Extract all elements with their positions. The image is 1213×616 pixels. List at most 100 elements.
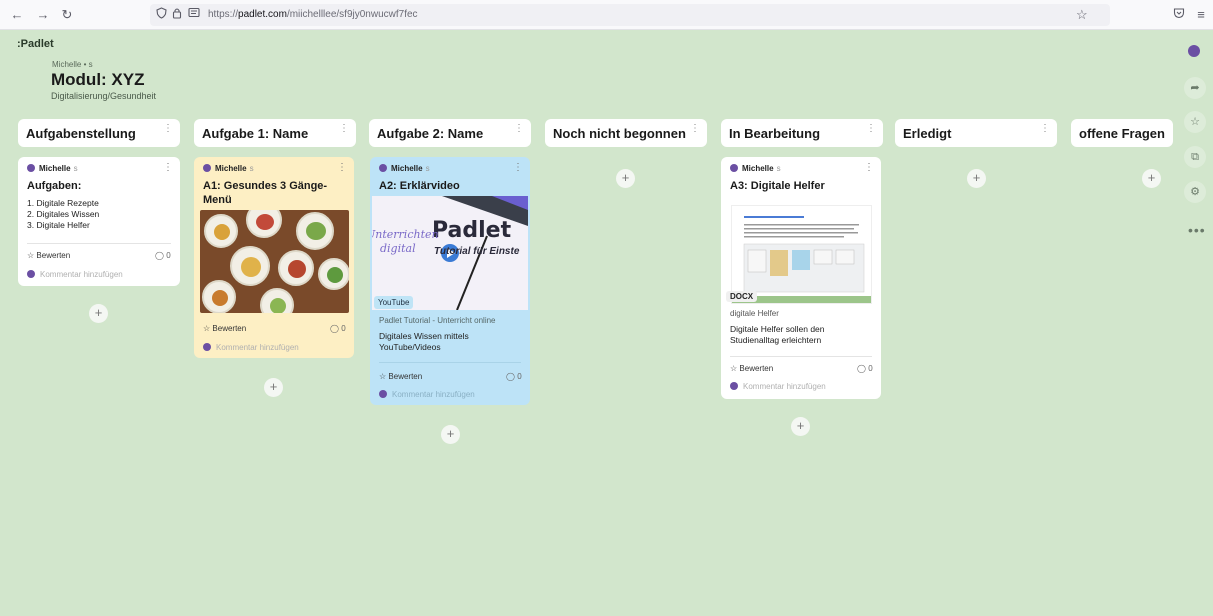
post-title-line: Menü — [203, 194, 232, 206]
document-preview-art — [732, 206, 871, 303]
add-post-button[interactable]: + — [264, 378, 283, 397]
commenter-avatar — [27, 270, 35, 278]
author-suffix: s — [249, 164, 254, 173]
comment-count[interactable]: ◯ 0 — [506, 372, 522, 381]
link-title[interactable]: Padlet Tutorial - Unterricht online — [379, 315, 496, 326]
post-menu-icon[interactable]: ⋮ — [864, 162, 874, 173]
rate-button[interactable]: ☆ Bewerten — [730, 364, 773, 373]
menu-icon[interactable]: ≡ — [1192, 6, 1210, 24]
more-options-icon[interactable]: ••• — [1188, 222, 1206, 238]
page-info-icon[interactable] — [188, 6, 200, 24]
attachment-name[interactable]: digitale Helfer — [730, 308, 779, 319]
add-comment-field[interactable]: Kommentar hinzufügen — [27, 270, 123, 279]
food-photo[interactable] — [200, 210, 349, 313]
url-text[interactable]: https://padlet.com/miichelllee/sf9jy0nwu… — [208, 8, 418, 22]
post-title: A3: Digitale Helfer — [730, 180, 825, 192]
column-header-aufgabenstellung[interactable]: Aufgabenstellung ⋮ — [18, 119, 180, 147]
column-menu-icon[interactable]: ⋮ — [339, 123, 349, 134]
rate-label: Bewerten — [212, 324, 247, 333]
add-comment-field[interactable]: Kommentar hinzufügen — [379, 390, 475, 399]
add-post-button[interactable]: + — [967, 169, 986, 188]
user-avatar[interactable] — [1188, 45, 1200, 57]
author-avatar — [379, 164, 387, 172]
url-prefix: https:// — [208, 9, 239, 20]
comment-bubble-icon: ◯ — [155, 251, 164, 260]
food — [241, 257, 261, 277]
add-post-button[interactable]: + — [616, 169, 635, 188]
column-menu-icon[interactable]: ⋮ — [690, 123, 700, 134]
post-card-a2-video[interactable]: Michelle s ⋮ A2: Erklärvideo Padlet Tutor… — [370, 157, 530, 405]
forward-arrow-icon[interactable]: → — [34, 6, 52, 24]
column-menu-icon[interactable]: ⋮ — [514, 123, 524, 134]
comment-count[interactable]: ◯ 0 — [330, 324, 346, 333]
remake-icon[interactable]: ⧉ — [1184, 146, 1206, 168]
plate — [278, 250, 314, 286]
rate-button[interactable]: ☆ Bewerten — [203, 324, 246, 333]
add-post-button[interactable]: + — [791, 417, 810, 436]
plate — [202, 280, 236, 313]
pocket-icon[interactable] — [1170, 6, 1188, 24]
post-card-a1-menu[interactable]: Michelle s ⋮ A1: Gesundes 3 Gänge- Menü ☆ … — [194, 157, 354, 358]
column-header-aufgabe-1[interactable]: Aufgabe 1: Name ⋮ — [194, 119, 356, 147]
board-subtitle: Digitalisierung/Gesundheit — [51, 91, 157, 101]
post-title: A2: Erklärvideo — [379, 180, 460, 192]
star-icon: ☆ — [203, 324, 211, 333]
post-description: Digitales Wissen mittels YouTube/Videos — [379, 331, 469, 353]
post-author: Michelle s — [203, 164, 254, 173]
post-menu-icon[interactable]: ⋮ — [163, 162, 173, 173]
rate-button[interactable]: ☆ Bewerten — [379, 372, 422, 381]
column-menu-icon[interactable]: ⋮ — [163, 123, 173, 134]
rate-button[interactable]: ☆ Bewerten — [27, 251, 70, 260]
bookmark-star-icon[interactable]: ☆ — [1076, 6, 1088, 24]
post-menu-icon[interactable]: ⋮ — [337, 162, 347, 173]
food — [214, 224, 230, 240]
column-menu-icon[interactable]: ⋮ — [866, 123, 876, 134]
column-title: Aufgabenstellung — [26, 126, 136, 141]
add-comment-field[interactable]: Kommentar hinzufügen — [730, 382, 826, 391]
food — [256, 214, 274, 230]
star-icon: ☆ — [379, 372, 387, 381]
add-post-button[interactable]: + — [89, 304, 108, 323]
column-menu-icon[interactable]: ⋮ — [1040, 123, 1050, 134]
post-card-a3-helfer[interactable]: Michelle s ⋮ A3: Digitale Helfer DOCX dig… — [721, 157, 881, 399]
column-header-offene-fragen[interactable]: offene Fragen — [1071, 119, 1173, 147]
lock-icon[interactable] — [172, 6, 182, 24]
column-title: Aufgabe 2: Name — [377, 126, 484, 141]
star-icon[interactable]: ☆ — [1184, 111, 1206, 133]
share-icon[interactable]: ➦ — [1184, 77, 1206, 99]
author-name: Michelle — [742, 164, 774, 173]
column-header-aufgabe-2[interactable]: Aufgabe 2: Name ⋮ — [369, 119, 531, 147]
add-comment-placeholder: Kommentar hinzufügen — [40, 270, 123, 279]
plate — [260, 288, 294, 313]
add-comment-field[interactable]: Kommentar hinzufügen — [203, 343, 299, 352]
column-title: In Bearbeitung — [729, 126, 821, 141]
back-arrow-icon[interactable]: ← — [8, 6, 26, 24]
column-header-noch-nicht-begonnen[interactable]: Noch nicht begonnen ⋮ — [545, 119, 707, 147]
food — [306, 222, 326, 240]
author-suffix: s — [776, 164, 781, 173]
list-item: 1. Digitale Rezepte — [27, 198, 99, 208]
post-card-aufgaben[interactable]: Michelle s ⋮ Aufgaben: 1. Digitale Rezept… — [18, 157, 180, 286]
post-author: Michelle s — [379, 164, 430, 173]
commenter-avatar — [730, 382, 738, 390]
divider — [27, 243, 171, 244]
post-menu-icon[interactable]: ⋮ — [513, 162, 523, 173]
video-thumbnail[interactable]: Padlet Tutorial für Einste Unterrichten … — [372, 196, 528, 310]
comment-count[interactable]: ◯ 0 — [155, 251, 171, 260]
column-header-erledigt[interactable]: Erledigt ⋮ — [895, 119, 1057, 147]
padlet-logo[interactable]: :Padlet — [17, 38, 54, 50]
comment-count[interactable]: ◯ 0 — [857, 364, 873, 373]
thumbnail-handwriting: digital — [380, 242, 416, 255]
document-preview[interactable] — [731, 205, 872, 304]
add-post-button[interactable]: + — [441, 425, 460, 444]
settings-gear-icon[interactable]: ⚙ — [1184, 181, 1206, 203]
description-line: YouTube/Videos — [379, 342, 441, 352]
post-author: Michelle s — [730, 164, 781, 173]
url-bar[interactable]: https://padlet.com/miichelllee/sf9jy0nwu… — [150, 4, 1110, 26]
reload-icon[interactable]: ↻ — [58, 6, 76, 24]
post-title: A1: Gesundes 3 Gänge- Menü — [203, 179, 327, 207]
column-title: Aufgabe 1: Name — [202, 126, 309, 141]
add-post-button[interactable]: + — [1142, 169, 1161, 188]
shield-icon[interactable] — [156, 6, 167, 24]
column-header-in-bearbeitung[interactable]: In Bearbeitung ⋮ — [721, 119, 883, 147]
